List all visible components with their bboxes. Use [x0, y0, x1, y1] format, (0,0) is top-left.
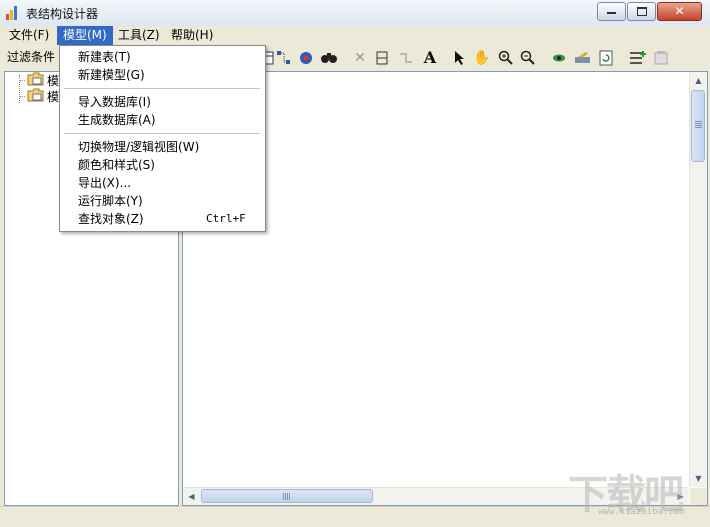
add-field-icon[interactable] [628, 48, 648, 68]
folder-icon [27, 72, 44, 86]
window-controls: ✕ [596, 2, 702, 21]
horizontal-scroll-thumb[interactable] [201, 489, 373, 503]
tree-item-label: 模 [47, 90, 60, 104]
menu-item-generate-db[interactable]: 生成数据库(A) [60, 111, 265, 129]
menu-item-switch-view[interactable]: 切换物理/逻辑视图(W) [60, 138, 265, 156]
menu-separator [64, 88, 260, 89]
menu-item-label: 导出(X)... [78, 176, 132, 190]
properties-icon[interactable] [651, 48, 671, 68]
tree-item-label: 模 [47, 74, 60, 88]
menu-tools[interactable]: 工具(Z) [112, 26, 166, 45]
minimize-icon [607, 12, 616, 14]
menu-item-label: 生成数据库(A) [78, 113, 156, 127]
menu-item-import-db[interactable]: 导入数据库(I) [60, 93, 265, 111]
close-icon: ✕ [674, 4, 685, 18]
menu-separator [64, 133, 260, 134]
menu-item-label: 运行脚本(Y) [78, 194, 143, 208]
menu-model[interactable]: 模型(M) [57, 26, 113, 45]
menu-help[interactable]: 帮助(H) [165, 26, 219, 45]
menu-bar: 文件(F) 模型(M) 工具(Z) 帮助(H) [0, 26, 710, 45]
menu-item-new-model[interactable]: 新建模型(G) [60, 66, 265, 84]
grip-icon [695, 121, 702, 128]
menu-item-shortcut: Ctrl+F [206, 212, 246, 225]
scroll-down-icon[interactable]: ▼ [691, 471, 706, 486]
menu-item-new-table[interactable]: 新建表(T) [60, 48, 265, 66]
scroll-left-icon[interactable]: ◀ [184, 489, 199, 504]
close-button[interactable]: ✕ [657, 2, 702, 21]
column-icon[interactable] [372, 48, 392, 68]
delete-icon[interactable]: ✕ [350, 48, 370, 68]
tree-connector [19, 80, 25, 81]
grip-icon [283, 493, 290, 500]
eye-icon[interactable] [549, 48, 569, 68]
pointer-icon[interactable] [449, 48, 469, 68]
hand-icon[interactable]: ✋ [472, 48, 492, 68]
edit-icon[interactable] [573, 48, 593, 68]
relation-icon[interactable] [274, 48, 294, 68]
vertical-scroll-thumb[interactable] [691, 90, 705, 162]
menu-file[interactable]: 文件(F) [3, 26, 55, 45]
filter-label: 过滤条件 [7, 50, 56, 64]
horizontal-scrollbar[interactable]: ◀ ▶ [183, 487, 689, 505]
find-icon[interactable] [319, 48, 339, 68]
scroll-corner [690, 488, 707, 505]
model-menu-dropdown: 新建表(T) 新建模型(G) 导入数据库(I) 生成数据库(A) 切换物理/逻辑… [59, 45, 266, 232]
menu-item-export[interactable]: 导出(X)... [60, 174, 265, 192]
maximize-icon [637, 7, 647, 16]
minimize-button[interactable] [597, 2, 626, 21]
vertical-scrollbar[interactable]: ▲ ▼ [689, 72, 707, 487]
menu-item-run-script[interactable]: 运行脚本(Y) [60, 192, 265, 210]
model-icon[interactable] [296, 48, 316, 68]
zoom-out-icon[interactable] [518, 48, 538, 68]
tree-connector [19, 96, 25, 97]
menu-item-label: 切换物理/逻辑视图(W) [78, 140, 200, 154]
menu-item-label: 查找对象(Z) [78, 212, 144, 226]
menu-item-label: 新建表(T) [78, 50, 131, 64]
link-icon[interactable] [396, 48, 416, 68]
folder-icon [27, 88, 44, 102]
menu-item-label: 颜色和样式(S) [78, 158, 155, 172]
maximize-button[interactable] [627, 2, 656, 21]
window-title: 表结构设计器 [26, 7, 99, 21]
status-bar [0, 506, 710, 527]
zoom-in-icon[interactable] [496, 48, 516, 68]
app-icon [6, 6, 20, 20]
menu-item-color-style[interactable]: 颜色和样式(S) [60, 156, 265, 174]
scroll-up-icon[interactable]: ▲ [691, 73, 706, 88]
scroll-right-icon[interactable]: ▶ [673, 489, 688, 504]
menu-item-label: 导入数据库(I) [78, 95, 151, 109]
refresh-icon[interactable] [596, 48, 616, 68]
text-icon[interactable]: A [420, 48, 440, 68]
title-bar: 表结构设计器 ✕ [0, 0, 710, 27]
menu-item-label: 新建模型(G) [78, 68, 145, 82]
menu-item-find-object[interactable]: 查找对象(Z) Ctrl+F [60, 210, 265, 228]
toolbar: ✕ A ✋ [262, 46, 710, 70]
